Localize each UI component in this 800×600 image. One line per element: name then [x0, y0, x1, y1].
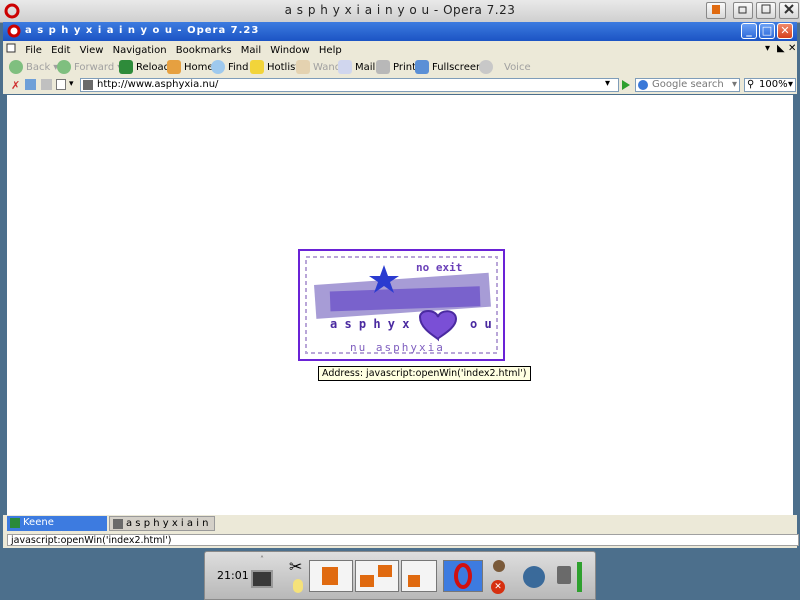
zoom-magnifier-icon: ⚲ — [747, 79, 755, 90]
forward-arrow-icon — [57, 60, 71, 74]
link-tooltip: Address: javascript:openWin('index2.html… — [318, 366, 531, 381]
menu-file[interactable]: File — [22, 43, 45, 56]
forward-button[interactable]: Forward▾ — [57, 59, 122, 75]
tab-keene-enterprises[interactable]: Keene Enterprises — [7, 516, 107, 542]
status-text: javascript:openWin('index2.html') — [7, 534, 799, 546]
stop-icon[interactable]: ✗ — [11, 79, 20, 92]
site-logo-link[interactable]: no exit a s p h y x o u nu asphyxia — [298, 249, 505, 361]
panel-arrow-icon[interactable]: ˄ — [260, 555, 264, 564]
panel-clock[interactable]: 21:01 — [217, 569, 249, 582]
mail-button[interactable]: Mail — [338, 59, 375, 75]
menu-help[interactable]: Help — [316, 43, 345, 56]
voice-icon — [479, 60, 493, 74]
panels-icon[interactable] — [25, 79, 36, 90]
logout-icon[interactable]: ✕ — [491, 580, 505, 594]
menu-mail[interactable]: Mail — [238, 43, 264, 56]
back-arrow-icon — [9, 60, 23, 74]
app-menu-button[interactable] — [706, 2, 726, 19]
address-url: http://www.asphyxia.nu/ — [97, 79, 219, 90]
voice-button[interactable]: Voice — [479, 59, 531, 75]
tab-favicon-icon — [113, 519, 123, 529]
back-button[interactable]: Back ▾ — [9, 59, 58, 75]
reload-icon — [119, 60, 133, 74]
ball-icon[interactable] — [493, 560, 505, 572]
workspace-3[interactable] — [401, 560, 437, 592]
inner-minimize-button[interactable]: _ — [741, 23, 757, 39]
menu-view[interactable]: View — [77, 43, 107, 56]
menu-dropdown-icon[interactable]: ▾ — [765, 43, 770, 54]
zoom-value: 100% — [759, 79, 788, 90]
monitor-icon[interactable] — [251, 570, 273, 588]
opera-title-text: a s p h y x i a i n y o u - Opera 7.23 — [25, 25, 260, 36]
reload-button[interactable]: Reload — [119, 59, 170, 75]
address-toolbar: ✗ ▾ http://www.asphyxia.nu/ ▾ Google sea… — [3, 77, 797, 94]
logo-text-ou: o u — [470, 317, 492, 331]
zoom-dropdown-icon[interactable]: ▾ — [788, 79, 793, 91]
new-page-icon[interactable] — [56, 79, 66, 90]
window-title: a s p h y x i a i n y o u - Opera 7.23 — [284, 3, 516, 17]
navigation-toolbar: Back▾ Forward▾ Reload Home Find Hotlist … — [3, 57, 797, 77]
tab-asphyxiainyou[interactable]: a s p h y x i a i n y ... — [109, 516, 215, 543]
window-titlebar[interactable]: a s p h y x i a i n y o u - Opera 7.23 — [0, 0, 800, 23]
address-dropdown-icon[interactable]: ▾ — [605, 78, 610, 89]
hotlist-star-icon — [250, 60, 264, 74]
logo-text-no-exit: no exit — [416, 261, 463, 274]
fullscreen-icon — [415, 60, 429, 74]
workspace-window-icon — [322, 567, 338, 585]
lightbulb-icon[interactable] — [293, 579, 303, 593]
workspace-window-icon — [360, 575, 374, 587]
search-engine-icon — [638, 80, 648, 90]
opera-logo-icon — [7, 24, 21, 41]
opera-launcher[interactable] — [443, 560, 483, 592]
inner-maximize-button[interactable]: □ — [759, 23, 775, 39]
menu-doc-icon — [3, 41, 19, 56]
tools-icon[interactable]: ✂ — [289, 557, 302, 576]
workspace-window-icon — [378, 565, 392, 577]
home-button[interactable]: Home — [167, 59, 214, 75]
mail-icon — [338, 60, 352, 74]
printer-icon — [376, 60, 390, 74]
new-page-dropdown-icon[interactable]: ▾ — [69, 79, 74, 89]
workspace-2[interactable] — [355, 560, 399, 592]
print-button[interactable]: Print — [376, 59, 416, 75]
inner-close-button[interactable]: ✕ — [777, 23, 793, 39]
wand-button[interactable]: Wand — [296, 59, 341, 75]
menu-close-icon[interactable]: ✕ — [788, 43, 796, 54]
logo-text-asphyx: a s p h y x — [330, 317, 410, 331]
find-magnifier-icon — [211, 60, 225, 74]
page-tab-bar: Keene Enterprises a s p h y x i a i n y … — [3, 515, 797, 543]
close-button[interactable] — [779, 2, 799, 19]
desktop-panel: ˄ 21:01 ✂ ✕ — [204, 551, 596, 600]
logo-text-domain: nu asphyxia — [350, 341, 445, 354]
search-placeholder: Google search — [652, 79, 724, 90]
opera-window-title[interactable]: a s p h y x i a i n y o u - Opera 7.23 _… — [3, 22, 797, 41]
menu-navigation[interactable]: Navigation — [110, 43, 170, 56]
network-icon[interactable] — [557, 566, 571, 584]
search-dropdown-icon[interactable]: ▾ — [732, 79, 737, 91]
level-meter-icon — [577, 562, 582, 592]
go-icon[interactable] — [621, 79, 631, 94]
print-small-icon[interactable] — [41, 79, 52, 90]
globe-icon[interactable] — [523, 566, 545, 588]
minimize-button[interactable] — [733, 2, 753, 19]
find-button[interactable]: Find — [211, 59, 249, 75]
menu-bookmarks[interactable]: Bookmarks — [173, 43, 235, 56]
menu-restore-icon[interactable]: ◣ — [777, 43, 785, 54]
status-bar: javascript:openWin('index2.html') — [3, 532, 799, 548]
menu-window[interactable]: Window — [267, 43, 312, 56]
fullscreen-button[interactable]: Fullscreen — [415, 59, 482, 75]
hotlist-button[interactable]: Hotlist — [250, 59, 299, 75]
menu-edit[interactable]: Edit — [48, 43, 73, 56]
workspace-window-icon — [408, 575, 420, 587]
tab-favicon-icon — [10, 518, 20, 528]
zoom-select[interactable]: ⚲ 100% ▾ — [744, 78, 796, 92]
address-input[interactable]: http://www.asphyxia.nu/ — [80, 78, 619, 92]
wand-icon — [296, 60, 310, 74]
maximize-button[interactable] — [756, 2, 776, 19]
search-input[interactable]: Google search ▾ — [635, 78, 740, 92]
site-favicon-icon — [83, 80, 93, 90]
menu-bar: File Edit View Navigation Bookmarks Mail… — [3, 41, 797, 57]
workspace-1[interactable] — [309, 560, 353, 592]
home-icon — [167, 60, 181, 74]
